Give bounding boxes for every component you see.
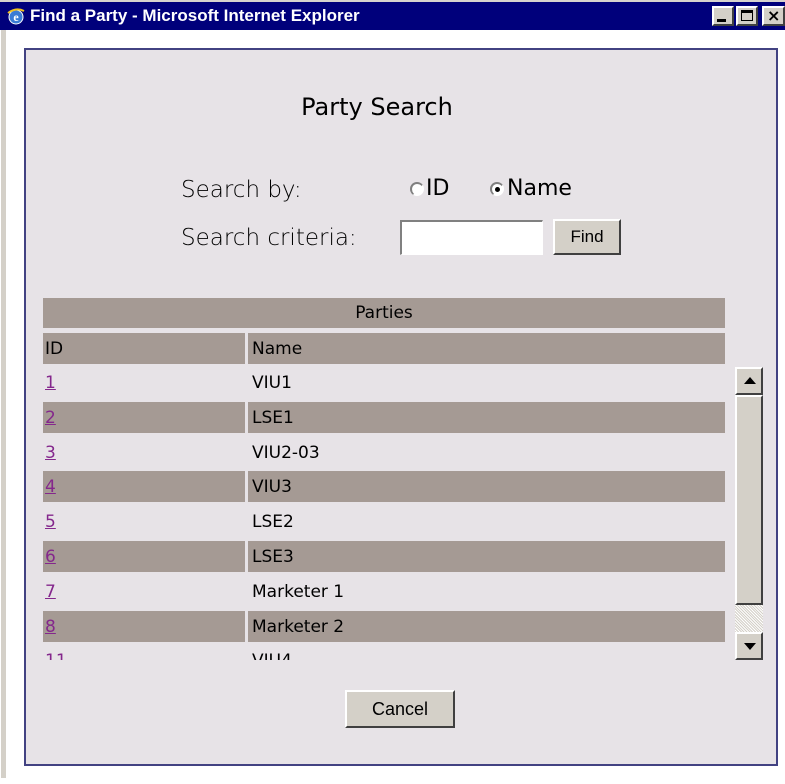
table-row[interactable]: 6 LSE3 xyxy=(43,540,725,576)
party-id-link[interactable]: 6 xyxy=(45,547,56,567)
close-button[interactable]: × xyxy=(762,6,785,26)
cancel-button[interactable]: Cancel xyxy=(345,690,455,728)
table-row[interactable]: 2 LSE1 xyxy=(43,401,725,437)
table-row[interactable]: 7 Marketer 1 xyxy=(43,576,725,611)
table-row[interactable]: 3 VIU2-03 xyxy=(43,437,725,472)
list-scrollbar[interactable] xyxy=(735,367,763,660)
scrollbar-thumb[interactable] xyxy=(735,395,763,605)
minimize-icon xyxy=(717,19,726,22)
party-id-link[interactable]: 8 xyxy=(45,617,56,637)
window-frame-bottom xyxy=(0,778,785,784)
ie-icon: e xyxy=(6,6,26,26)
maximize-button[interactable] xyxy=(736,6,758,26)
party-id-link[interactable]: 2 xyxy=(45,408,56,428)
party-id-link[interactable]: 4 xyxy=(45,477,56,497)
radio-name-label[interactable]: Name xyxy=(507,176,572,201)
party-name: LSE1 xyxy=(248,401,725,433)
party-name: VIU4 xyxy=(248,645,725,660)
party-name: Marketer 1 xyxy=(252,581,345,602)
page-title: Party Search xyxy=(301,93,453,121)
party-name: VIU3 xyxy=(248,471,725,503)
radio-name[interactable] xyxy=(490,182,504,196)
find-button[interactable]: Find xyxy=(553,219,621,255)
table-row[interactable]: 11 VIU4 xyxy=(43,645,725,660)
search-criteria-input[interactable] xyxy=(400,220,543,255)
search-by-label: Search by: xyxy=(181,177,302,203)
window-title: Find a Party - Microsoft Internet Explor… xyxy=(30,6,360,25)
parties-caption: Parties xyxy=(43,298,725,328)
search-criteria-label: Search criteria: xyxy=(181,225,357,251)
party-name: LSE3 xyxy=(248,540,725,572)
column-header-id[interactable]: ID xyxy=(43,333,245,364)
table-row[interactable]: 1 VIU1 xyxy=(43,367,725,402)
party-id-link[interactable]: 5 xyxy=(45,512,56,532)
title-bar[interactable]: e Find a Party - Microsoft Internet Expl… xyxy=(0,0,785,30)
party-name: LSE2 xyxy=(252,512,294,533)
maximize-icon xyxy=(741,10,753,21)
column-header-name[interactable]: Name xyxy=(248,333,725,364)
table-row[interactable]: 5 LSE2 xyxy=(43,506,725,541)
table-row[interactable]: 8 Marketer 2 xyxy=(43,610,725,646)
party-name: VIU2-03 xyxy=(252,442,320,463)
arrow-up-icon xyxy=(744,377,756,384)
window-frame-left xyxy=(0,30,6,784)
close-icon: × xyxy=(767,6,781,25)
party-name: Marketer 2 xyxy=(248,610,725,642)
radio-selected-dot xyxy=(495,187,500,192)
minimize-button[interactable] xyxy=(712,6,734,26)
scroll-up-button[interactable] xyxy=(735,367,763,395)
parties-list[interactable]: 1 VIU1 2 LSE1 3 VIU2-03 4 VIU3 5 LSE2 6 … xyxy=(43,367,725,660)
party-id-link[interactable]: 1 xyxy=(45,373,56,393)
party-id-link[interactable]: 3 xyxy=(45,443,56,463)
scroll-down-button[interactable] xyxy=(735,632,763,660)
party-id-link[interactable]: 11 xyxy=(45,651,67,660)
arrow-down-icon xyxy=(744,643,756,650)
radio-id[interactable] xyxy=(410,182,424,196)
svg-text:e: e xyxy=(13,10,19,24)
party-id-link[interactable]: 7 xyxy=(45,582,56,602)
party-name: VIU1 xyxy=(252,373,292,393)
radio-id-label[interactable]: ID xyxy=(426,176,449,201)
table-row[interactable]: 4 VIU3 xyxy=(43,471,725,506)
